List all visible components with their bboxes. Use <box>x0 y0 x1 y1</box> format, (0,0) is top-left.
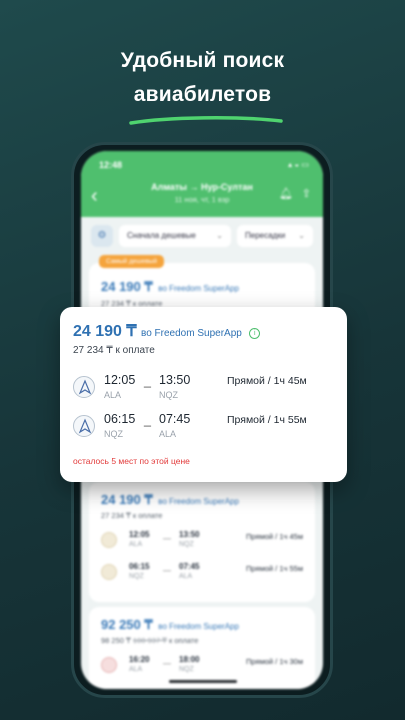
departure-time: 16:20 <box>129 655 150 664</box>
flight-duration: Прямой / 1ч 45м <box>227 375 307 387</box>
headline-line1: Удобный поиск <box>120 49 285 72</box>
airline-logo-icon <box>101 564 117 580</box>
ticket-card[interactable]: 92 250 ₸ во Freedom SuperApp 98 250 ₸ 10… <box>89 607 315 689</box>
departure-time: 12:05 <box>129 530 150 539</box>
flight-segment: 16:20 ALA — 18:00 NQZ Прямой / 1ч 30м <box>101 653 303 679</box>
arrival-time: 07:45 <box>179 562 200 571</box>
price-value: 92 250 ₸ <box>101 617 153 632</box>
price-source: во Freedom SuperApp <box>158 284 239 293</box>
price-value: 24 190 ₸ <box>73 323 137 340</box>
departure-code: NQZ <box>104 429 123 439</box>
departure-code: NQZ <box>129 573 144 580</box>
ticket-price: 92 250 ₸ во Freedom SuperApp <box>101 617 239 633</box>
price-source: во Freedom SuperApp <box>158 622 239 631</box>
cheapest-badge: Самый дешевый <box>99 255 164 268</box>
arrival-code: ALA <box>159 429 177 439</box>
departure-code: ALA <box>129 666 143 673</box>
chevron-down-icon: ⌄ <box>216 231 223 240</box>
dash: — <box>163 534 171 543</box>
headline-underline <box>129 116 283 125</box>
flight-duration: Прямой / 1ч 45м <box>246 532 303 541</box>
dash: _ <box>144 413 151 427</box>
highlighted-ticket-card[interactable]: 24 190 ₸ во Freedom SuperApp i 27 234 ₸ … <box>60 307 347 482</box>
price-value: 24 190 ₸ <box>101 492 153 507</box>
filter-bar: ⚙ Сначала дешевые ⌄ Пересадки ⌄ <box>91 225 313 247</box>
status-time: 12:48 <box>99 160 123 170</box>
price-to-pay-value: 98 250 ₸ <box>101 636 131 645</box>
filter-icon[interactable]: ⚙ <box>91 225 113 247</box>
price-to-pay-label: к оплате <box>168 636 199 645</box>
flight-segment: 12:05 ALA — 13:50 NQZ Прямой / 1ч 45м <box>101 528 303 554</box>
arrival-code: ALA <box>179 573 193 580</box>
ticket-price: 24 190 ₸ во Freedom SuperApp <box>101 492 239 508</box>
airline-logo-icon <box>73 376 95 398</box>
app-header: 12:48 ▴ ◒ ▭ ‹ Алматы → Нур-Султан 11 ноя… <box>81 151 323 217</box>
chevron-down-icon: ⌄ <box>298 231 305 240</box>
airline-logo-icon <box>73 415 95 437</box>
sort-chip[interactable]: Сначала дешевые ⌄ <box>119 225 231 247</box>
price-to-pay: 27 234 ₸ к оплате <box>101 511 163 520</box>
price-to-pay: 27 234 ₸ к оплате <box>73 345 155 356</box>
price-value: 24 190 ₸ <box>101 279 153 294</box>
transfers-chip[interactable]: Пересадки ⌄ <box>237 225 313 247</box>
signal-battery-icon: ▴ ◒ ▭ <box>288 160 309 169</box>
arrival-time: 07:45 <box>159 412 191 426</box>
flight-duration: Прямой / 1ч 55м <box>227 414 307 426</box>
seats-left-warning: осталось 5 мест по этой цене <box>73 456 190 466</box>
bell-icon[interactable]: 🔔︎ <box>279 187 293 200</box>
airline-logo-icon <box>101 532 117 548</box>
headline: Удобный поиск авиабилетов <box>0 44 405 112</box>
flight-duration: Прямой / 1ч 30м <box>246 657 303 666</box>
flight-duration: Прямой / 1ч 55м <box>246 564 303 573</box>
sort-chip-label: Сначала дешевые <box>127 231 196 240</box>
old-price: 108 937 ₸ <box>132 636 167 645</box>
ticket-card[interactable]: 24 190 ₸ во Freedom SuperApp 27 234 ₸ к … <box>89 482 315 602</box>
arrival-code: NQZ <box>179 541 194 548</box>
arrival-time: 13:50 <box>159 373 191 387</box>
price-to-pay: 98 250 ₸ 108 937 ₸ к оплате <box>101 636 198 645</box>
flight-segment: 12:05 ALA _ 13:50 NQZ Прямой / 1ч 45м <box>73 371 334 405</box>
arrival-code: NQZ <box>159 390 178 400</box>
arrival-time: 13:50 <box>179 530 200 539</box>
share-icon[interactable]: ⇪ <box>302 187 311 200</box>
departure-time: 12:05 <box>104 373 136 387</box>
airline-logo-icon <box>101 657 117 673</box>
ticket-price: 24 190 ₸ во Freedom SuperApp i <box>73 321 261 341</box>
departure-code: ALA <box>104 390 122 400</box>
home-indicator <box>169 680 237 683</box>
flight-segment: 06:15 NQZ _ 07:45 ALA Прямой / 1ч 55м <box>73 410 334 444</box>
departure-time: 06:15 <box>129 562 150 571</box>
arrival-time: 18:00 <box>179 655 200 664</box>
flight-segment: 06:15 NQZ — 07:45 ALA Прямой / 1ч 55м <box>101 560 303 586</box>
price-source: во Freedom SuperApp <box>141 328 242 339</box>
departure-code: ALA <box>129 541 143 548</box>
headline-line2: авиабилетов <box>133 83 272 106</box>
info-icon[interactable]: i <box>249 328 261 339</box>
transfers-chip-label: Пересадки <box>245 231 286 240</box>
price-source: во Freedom SuperApp <box>158 497 239 506</box>
ticket-price: 24 190 ₸ во Freedom SuperApp <box>101 279 239 295</box>
departure-time: 06:15 <box>104 412 136 426</box>
dash: — <box>163 659 171 668</box>
dash: — <box>163 566 171 575</box>
arrival-code: NQZ <box>179 666 194 673</box>
dash: _ <box>144 374 151 388</box>
